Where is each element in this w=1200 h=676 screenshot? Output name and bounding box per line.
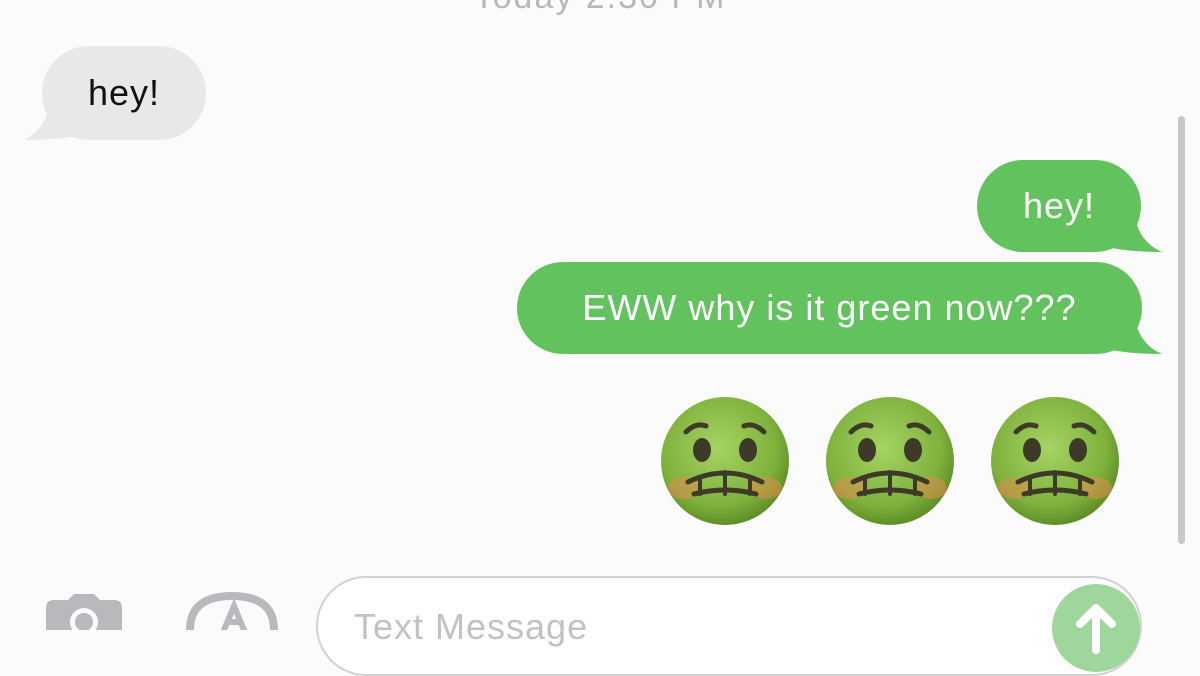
nauseated-face-icon	[661, 397, 789, 525]
incoming-message-bubble[interactable]: hey!	[42, 46, 206, 140]
nauseated-face-icon	[826, 397, 954, 525]
outgoing-message-bubble[interactable]: EWW why is it green now???	[517, 262, 1142, 354]
emoji-message[interactable]	[656, 394, 1124, 530]
arrow-up-icon	[1076, 604, 1116, 654]
message-text: hey!	[1022, 185, 1096, 226]
app-store-icon[interactable]	[184, 592, 280, 630]
message-text: EWW why is it green now???	[582, 287, 1077, 328]
scrollbar[interactable]	[1178, 116, 1185, 544]
send-button[interactable]	[1052, 584, 1140, 672]
outgoing-message-bubble[interactable]: hey!	[977, 160, 1141, 252]
message-timestamp: Today 2:30 PM	[0, 0, 1200, 17]
message-input[interactable]: Text Message	[316, 576, 1142, 676]
nauseated-face-icon	[991, 397, 1119, 525]
message-input-placeholder: Text Message	[354, 606, 589, 647]
camera-icon[interactable]	[40, 594, 128, 630]
message-text: hey!	[87, 72, 161, 113]
